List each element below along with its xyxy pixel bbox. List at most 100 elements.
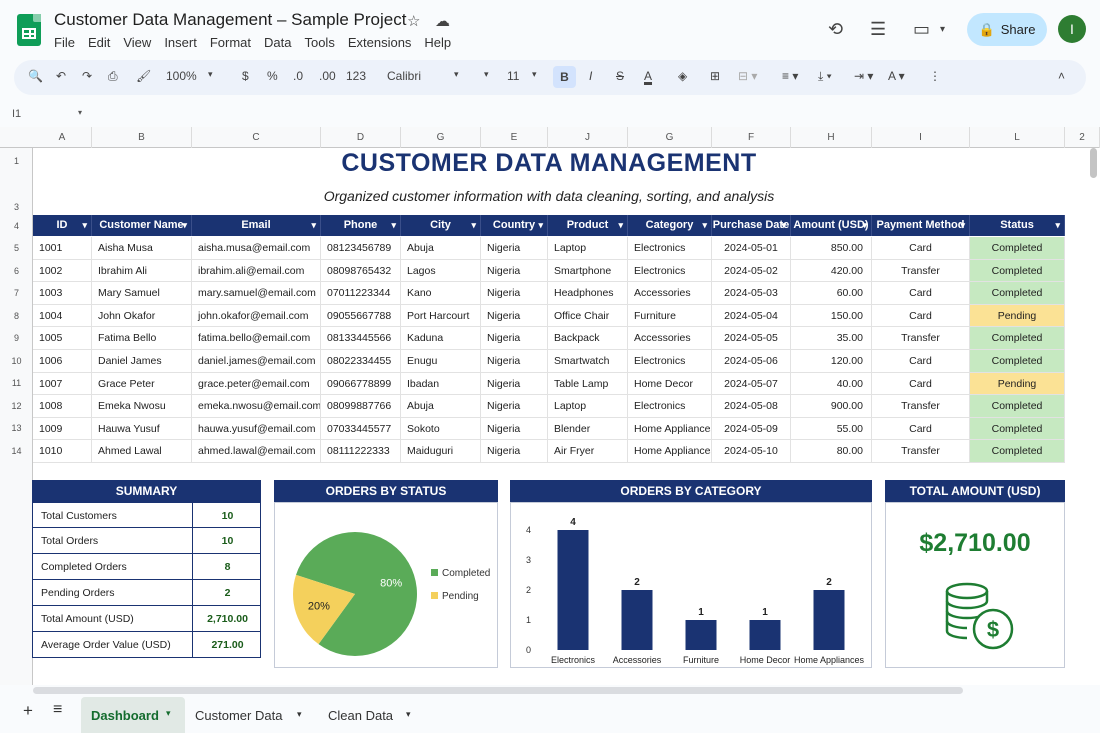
table-cell[interactable]: 2024-05-08 — [712, 395, 791, 417]
table-cell[interactable]: Grace Peter — [92, 372, 192, 395]
status-badge[interactable]: Pending — [970, 372, 1065, 395]
column-header[interactable]: A — [33, 127, 92, 148]
table-cell[interactable]: Nigeria — [481, 395, 548, 417]
table-cell[interactable]: 2024-05-03 — [712, 282, 791, 304]
table-cell[interactable]: Daniel James — [92, 350, 192, 372]
table-cell[interactable]: Blender — [548, 417, 628, 440]
table-header-cell[interactable]: Amount (USD) — [791, 215, 872, 236]
table-cell[interactable]: Accessories — [628, 327, 712, 349]
status-badge[interactable]: Completed — [970, 395, 1065, 417]
table-cell[interactable]: 1001 — [33, 237, 92, 259]
table-cell[interactable]: ahmed.lawal@email.com — [192, 440, 321, 462]
table-cell[interactable]: 1007 — [33, 372, 92, 395]
table-cell[interactable]: Hauwa Yusuf — [92, 417, 192, 440]
table-cell[interactable]: 1006 — [33, 350, 92, 372]
table-cell[interactable]: 08123456789 — [321, 237, 401, 259]
table-cell[interactable]: 09055667788 — [321, 304, 401, 327]
more-options-icon[interactable]: ⋮ — [929, 69, 941, 83]
version-history-icon[interactable]: ⟲ — [828, 19, 843, 40]
table-cell[interactable]: Electronics — [628, 350, 712, 372]
table-cell[interactable]: 120.00 — [791, 350, 872, 372]
column-header[interactable]: G — [401, 127, 481, 148]
menu-extensions[interactable]: Extensions — [348, 35, 412, 50]
table-cell[interactable]: fatima.bello@email.com — [192, 327, 321, 349]
table-cell[interactable]: daniel.james@email.com — [192, 350, 321, 372]
font-dropdown-icon[interactable]: ▾ — [454, 69, 459, 80]
menu-data[interactable]: Data — [264, 35, 291, 50]
table-cell[interactable]: aisha.musa@email.com — [192, 237, 321, 259]
document-title[interactable]: Customer Data Management – Sample Projec… — [54, 10, 406, 30]
table-cell[interactable]: 2024-05-04 — [712, 304, 791, 327]
table-cell[interactable]: mary.samuel@email.com — [192, 282, 321, 304]
menu-format[interactable]: Format — [210, 35, 251, 50]
vertical-align-icon[interactable]: ⤓ ▾ — [818, 69, 832, 84]
sheets-logo-icon[interactable] — [17, 14, 41, 46]
table-cell[interactable]: Card — [872, 304, 970, 327]
tab-customer-data[interactable]: Customer Data — [195, 708, 282, 723]
status-badge[interactable]: Completed — [970, 417, 1065, 440]
table-cell[interactable]: Abuja — [401, 395, 481, 417]
column-header[interactable]: J — [548, 127, 628, 148]
name-box[interactable]: I1 — [12, 108, 21, 120]
table-cell[interactable]: Enugu — [401, 350, 481, 372]
table-cell[interactable]: Electronics — [628, 237, 712, 259]
vertical-scrollbar[interactable] — [1090, 148, 1097, 178]
table-cell[interactable]: Electronics — [628, 259, 712, 282]
table-cell[interactable]: Card — [872, 237, 970, 259]
spreadsheet-grid[interactable]: ABCDGEJGFHIL2 1 3 4 5 6 7 8 9 10 11 12 13 14 CUSTOME… — [0, 127, 1100, 685]
column-header[interactable]: E — [481, 127, 548, 148]
cloud-status-icon[interactable]: ☁ — [435, 12, 450, 30]
table-header-cell[interactable]: Product — [548, 215, 628, 236]
table-cell[interactable]: 2024-05-01 — [712, 237, 791, 259]
row-header[interactable]: 4 — [0, 215, 33, 237]
table-cell[interactable]: Home Appliances — [628, 417, 712, 440]
menu-edit[interactable]: Edit — [88, 35, 110, 50]
table-cell[interactable]: Port Harcourt — [401, 304, 481, 327]
table-cell[interactable]: 40.00 — [791, 372, 872, 395]
table-cell[interactable]: 150.00 — [791, 304, 872, 327]
table-cell[interactable]: Card — [872, 282, 970, 304]
table-cell[interactable]: 2024-05-06 — [712, 350, 791, 372]
tab-dropdown-icon[interactable]: ▾ — [406, 709, 411, 720]
tab-dashboard[interactable]: Dashboard ▾ — [81, 697, 185, 733]
column-header[interactable]: B — [92, 127, 192, 148]
table-cell[interactable]: Transfer — [872, 259, 970, 282]
status-badge[interactable]: Completed — [970, 259, 1065, 282]
table-cell[interactable]: Electronics — [628, 395, 712, 417]
merge-cells-icon[interactable]: ⊟ ▾ — [738, 69, 757, 83]
table-header-cell[interactable]: Status — [970, 215, 1065, 236]
row-header[interactable]: 13 — [0, 417, 33, 439]
table-cell[interactable]: Nigeria — [481, 440, 548, 462]
table-cell[interactable]: Home Decor — [628, 372, 712, 395]
table-cell[interactable]: hauwa.yusuf@email.com — [192, 417, 321, 440]
table-cell[interactable]: Air Fryer — [548, 440, 628, 462]
table-cell[interactable]: Emeka Nwosu — [92, 395, 192, 417]
row-header[interactable]: 12 — [0, 395, 33, 417]
table-cell[interactable]: Furniture — [628, 304, 712, 327]
tab-dropdown-icon[interactable]: ▾ — [166, 708, 171, 719]
table-cell[interactable]: Kaduna — [401, 327, 481, 349]
table-cell[interactable]: 35.00 — [791, 327, 872, 349]
table-cell[interactable]: Abuja — [401, 237, 481, 259]
table-cell[interactable]: john.okafor@email.com — [192, 304, 321, 327]
zoom-dropdown-icon[interactable]: ▾ — [208, 69, 213, 80]
star-icon[interactable]: ☆ — [407, 12, 420, 30]
table-cell[interactable]: Laptop — [548, 237, 628, 259]
table-cell[interactable]: 07033445577 — [321, 417, 401, 440]
table-cell[interactable]: 420.00 — [791, 259, 872, 282]
table-cell[interactable]: 1003 — [33, 282, 92, 304]
table-header-cell[interactable]: Customer Name — [92, 215, 192, 236]
table-cell[interactable]: 60.00 — [791, 282, 872, 304]
table-header-cell[interactable]: Email — [192, 215, 321, 236]
table-cell[interactable]: Laptop — [548, 395, 628, 417]
row-header[interactable]: 1 — [0, 150, 33, 172]
table-header-cell[interactable]: City — [401, 215, 481, 236]
table-header-cell[interactable]: Country — [481, 215, 548, 236]
row-header[interactable]: 10 — [0, 350, 33, 372]
collapse-toolbar-icon[interactable]: ˄ — [1058, 69, 1065, 83]
table-cell[interactable]: 1005 — [33, 327, 92, 349]
table-cell[interactable]: Transfer — [872, 395, 970, 417]
font-size-input[interactable]: 11 — [507, 69, 519, 83]
status-badge[interactable]: Pending — [970, 304, 1065, 327]
status-badge[interactable]: Completed — [970, 440, 1065, 462]
